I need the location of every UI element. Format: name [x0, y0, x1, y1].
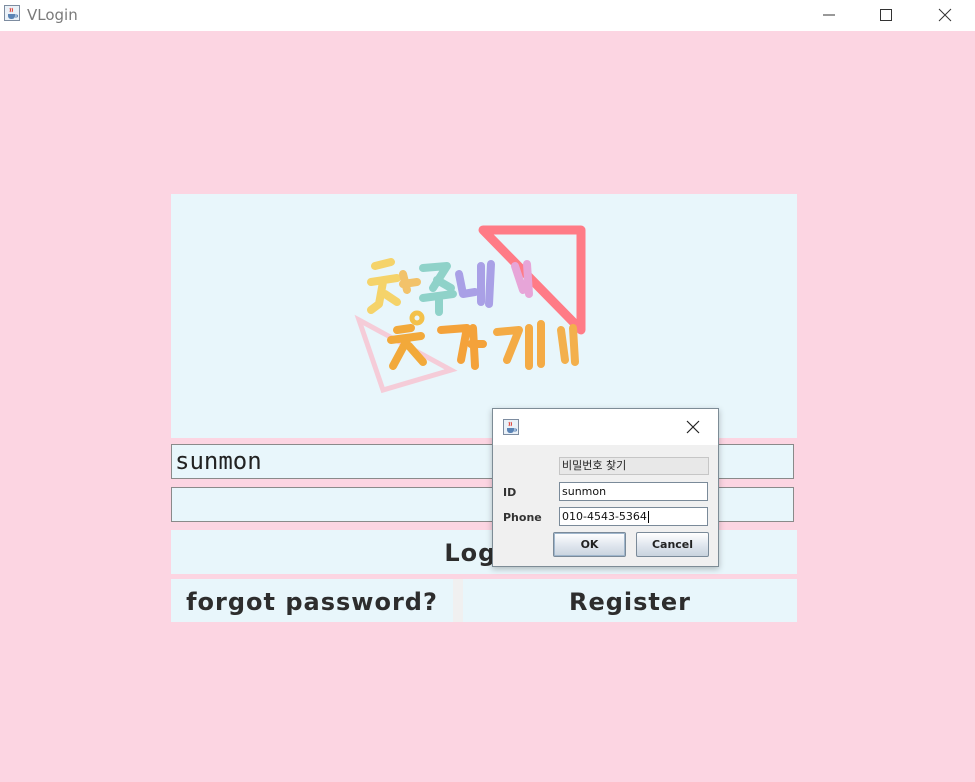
cancel-button[interactable]: Cancel — [636, 532, 709, 557]
text-caret — [647, 511, 649, 523]
java-cup-icon — [4, 5, 20, 21]
find-password-dialog: 비밀번호 찾기 ID sunmon Phone 010-4543-5364 OK… — [492, 408, 719, 567]
window-title: VLogin — [27, 6, 78, 24]
minimize-icon — [823, 14, 835, 16]
phone-input-value: 010-4543-5364 — [562, 510, 647, 523]
logo-panel — [171, 194, 797, 438]
close-button[interactable] — [916, 0, 974, 31]
dialog-close-icon[interactable] — [685, 419, 701, 435]
dialog-heading: 비밀번호 찾기 — [559, 457, 709, 475]
logo-image — [354, 225, 586, 394]
maximize-icon — [880, 9, 892, 21]
id-label: ID — [503, 486, 517, 499]
close-icon — [938, 8, 952, 22]
id-input-value: sunmon — [562, 485, 607, 498]
phone-input[interactable]: 010-4543-5364 — [559, 507, 708, 526]
maximize-button[interactable] — [857, 0, 915, 31]
minimize-button[interactable] — [800, 0, 858, 31]
ok-button[interactable]: OK — [553, 532, 626, 557]
java-cup-icon — [503, 419, 519, 435]
button-divider — [453, 579, 463, 622]
id-input[interactable]: sunmon — [559, 482, 708, 501]
forgot-password-button[interactable]: forgot password? — [171, 579, 453, 622]
phone-label: Phone — [503, 511, 542, 524]
register-button[interactable]: Register — [463, 579, 797, 622]
dialog-title-bar — [493, 409, 718, 445]
title-bar: VLogin — [0, 0, 975, 31]
